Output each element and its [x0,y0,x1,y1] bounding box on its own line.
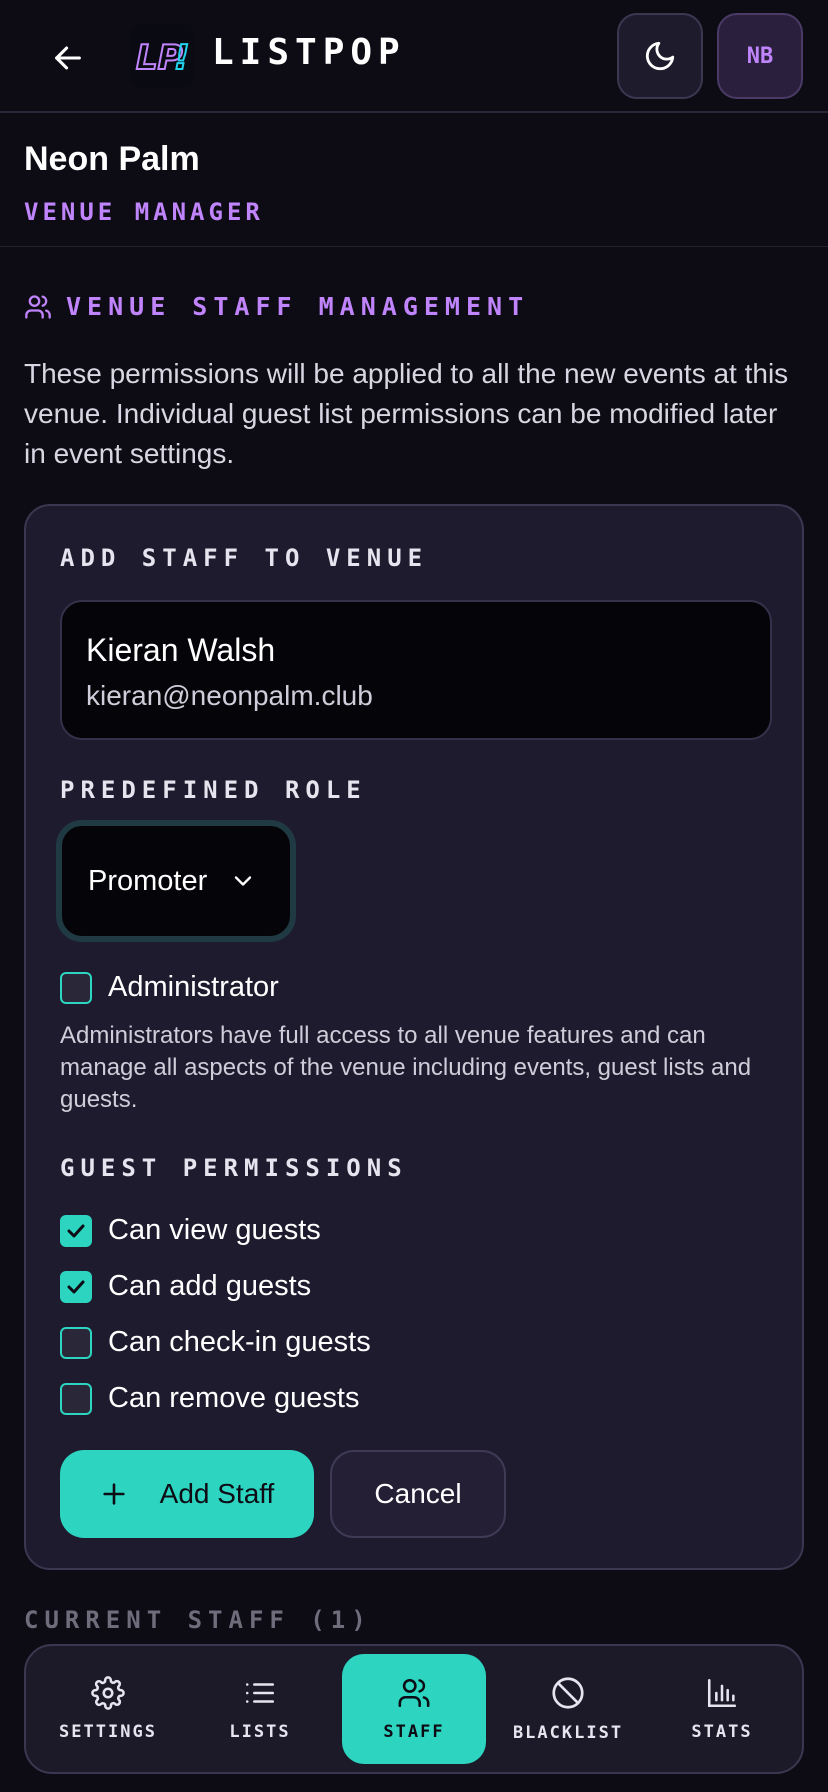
venue-role: VENUE MANAGER [24,198,264,226]
plus-icon [100,1480,128,1508]
bottom-nav: SETTINGS LISTS STAFF BLACKLIST STATS [24,1644,804,1774]
nav-item-settings[interactable]: SETTINGS [36,1654,180,1764]
selected-user-field[interactable]: Kieran Walsh kieran@neonpalm.club [60,600,772,740]
permission-label: Can add guests [108,1270,312,1302]
permission-checkbox-checkin[interactable] [60,1326,92,1359]
nav-label: STAFF [383,1722,445,1742]
nav-label: LISTS [229,1722,291,1742]
permission-row-checkin[interactable]: Can check-in guests [60,1326,371,1359]
nav-label: BLACKLIST [512,1723,624,1743]
app-name: LISTPOP [212,32,406,73]
gear-icon [91,1676,125,1710]
nav-label: STATS [691,1722,753,1742]
logo: LP ! [130,24,194,88]
permission-checkbox-view[interactable] [60,1214,92,1247]
current-staff-heading: CURRENT STAFF (1) [24,1606,372,1634]
permission-row-remove[interactable]: Can remove guests [60,1382,359,1415]
nav-label: SETTINGS [59,1722,157,1742]
theme-toggle-button[interactable] [617,13,703,99]
ban-icon [552,1677,584,1709]
role-select-value: Promoter [88,864,208,897]
venue-name: Neon Palm [24,140,200,178]
top-bar: LP ! LISTPOP NB [0,0,828,113]
users-icon [25,294,51,319]
nav-item-lists[interactable]: LISTS [188,1654,332,1764]
permission-label: Can check-in guests [108,1326,371,1358]
section-header: VENUE STAFF MANAGEMENT [24,292,529,321]
permission-checkbox-remove[interactable] [60,1382,92,1415]
permission-checkbox-add[interactable] [60,1270,92,1303]
add-staff-button[interactable]: Add Staff [60,1450,314,1538]
cancel-button[interactable]: Cancel [330,1450,506,1538]
bar-chart-icon [707,1678,737,1708]
add-staff-label: Add Staff [159,1478,275,1509]
administrator-label: Administrator [108,971,279,1003]
section-title: VENUE STAFF MANAGEMENT [66,292,530,321]
role-label: PREDEFINED ROLE [60,776,367,804]
permission-label: Can view guests [108,1214,321,1246]
permission-label: Can remove guests [108,1382,360,1414]
moon-icon [645,41,675,71]
logo-icon: LP ! [135,37,191,79]
add-staff-card: ADD STAFF TO VENUE Kieran Walsh kieran@n… [24,504,804,1570]
nav-item-blacklist[interactable]: BLACKLIST [496,1654,640,1764]
list-icon [245,1683,275,1703]
guest-permissions-label: GUEST PERMISSIONS [60,1154,408,1182]
avatar[interactable]: NB [717,13,803,99]
chevron-down-icon [229,867,257,895]
administrator-description: Administrators have full access to all v… [60,1022,752,1113]
users-icon [398,1678,430,1708]
role-select[interactable]: Promoter [56,820,296,942]
check-icon [67,1224,85,1237]
section-description: These permissions will be applied to all… [24,358,789,469]
nav-item-stats[interactable]: STATS [650,1654,794,1764]
administrator-checkbox[interactable] [60,971,92,1004]
selected-user-email: kieran@neonpalm.club [86,680,373,711]
arrow-left-icon [55,46,81,70]
back-button[interactable] [44,34,92,82]
check-icon [67,1280,85,1293]
administrator-checkbox-row[interactable]: Administrator [60,971,279,1004]
card-title: ADD STAFF TO VENUE [60,544,429,572]
svg-text:!: ! [174,38,190,78]
permission-row-view[interactable]: Can view guests [60,1214,321,1247]
nav-item-staff[interactable]: STAFF [342,1654,486,1764]
divider [0,246,828,247]
selected-user-name: Kieran Walsh [86,632,276,668]
permission-row-add[interactable]: Can add guests [60,1270,311,1303]
